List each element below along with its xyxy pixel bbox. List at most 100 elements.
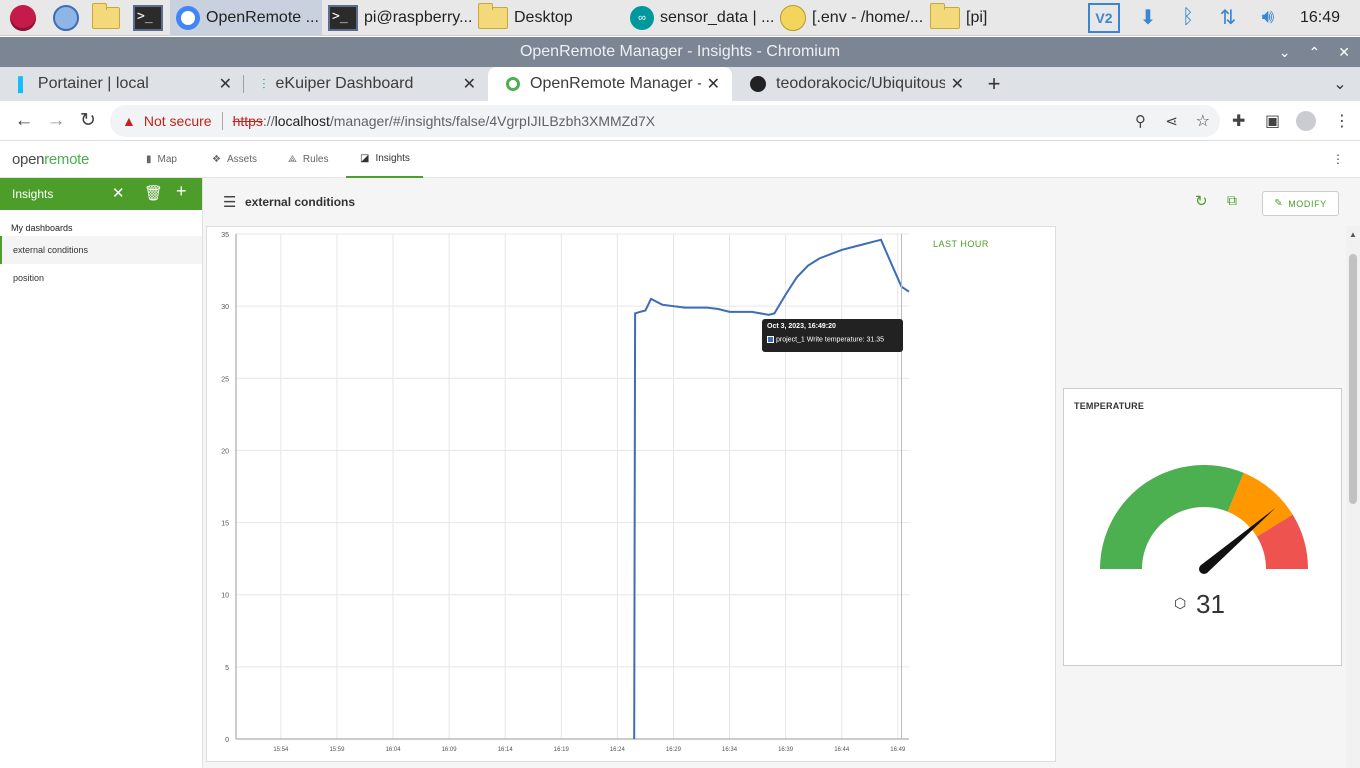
close-icon[interactable]: ✕ [219,74,232,94]
refresh-icon[interactable]: ↻ [1195,192,1208,210]
y-tick-label: 20 [221,448,229,455]
volume-icon[interactable]: 🔊︎ [1256,6,1280,30]
taskbar-item-desktop[interactable]: Desktop [472,0,624,36]
x-tick-label: 16:04 [386,747,402,753]
dashboard-title: external conditions [245,195,356,209]
sidebar-item-position[interactable]: position [0,264,202,292]
taskbar-item-terminal[interactable]: >_ pi@raspberry... [322,0,472,36]
folder-icon [92,2,120,29]
series-line [633,238,910,740]
tab-ekuiper[interactable]: ⫶ eKuiper Dashboard ✕ [244,67,488,101]
sidebar-item-external-conditions[interactable]: external conditions [0,236,202,264]
new-tab-button[interactable]: + [976,67,1012,101]
delete-icon[interactable]: 🗑︎ [144,184,163,202]
ekuiper-icon: ⫶ [262,75,266,92]
tab-portainer[interactable]: ▌ Portainer | local ✕ [0,67,244,101]
raspberry-menu[interactable] [0,0,46,36]
assets-icon: ❖ [212,154,221,165]
network-icon[interactable]: ⇅ [1216,6,1240,30]
taskbar: >_ OpenRemote ... >_ pi@raspberry... Des… [0,0,1360,36]
close-icon[interactable]: ✕ [707,74,720,94]
files-launcher[interactable] [86,0,126,36]
hamburger-icon[interactable]: ☰ [223,193,236,211]
terminal-launcher[interactable]: >_ [126,0,170,36]
terminal-icon: >_ [133,4,163,31]
scrollbar-thumb[interactable] [1349,254,1357,504]
back-icon[interactable]: ← [8,110,40,132]
gauge-needle-hub [1199,564,1209,574]
chevron-down-icon[interactable]: ⌄ [1279,44,1291,61]
taskbar-item-pi-folder[interactable]: [pi] [924,0,1074,36]
y-tick-label: 15 [221,521,229,528]
clock[interactable]: 16:49 [1300,9,1340,27]
x-tick-label: 16:34 [722,747,738,753]
vnc-icon[interactable]: V2 [1087,2,1120,33]
x-tick-label: 15:59 [329,747,345,753]
chart-widget: 0 5 10 15 20 25 30 35 15:54 15:59 16:04 16:09 16:14 1… [206,226,1056,762]
profile-avatar[interactable] [1296,110,1316,131]
x-tick-label: 16:39 [778,747,794,753]
nav-insights[interactable]: ◪ Insights [346,141,423,178]
close-icon[interactable]: ✕ [112,184,125,202]
scrollbar[interactable]: ▲ [1346,226,1360,768]
close-icon[interactable]: ✕ [951,74,964,94]
scroll-up-icon[interactable]: ▲ [1349,230,1357,239]
kebab-menu-icon[interactable]: ⋮ [1334,111,1350,131]
warning-icon[interactable]: ▲ [122,113,136,129]
app-header: openremote ▮ Map ❖ Assets ⟁ Rules ◪ Insights… [0,141,1360,178]
edit-icon: ✎ [1274,198,1284,209]
bookmark-star-icon[interactable]: ☆ [1196,111,1210,131]
bluetooth-icon[interactable]: ᛒ [1176,6,1200,30]
x-tick-label: 16:29 [666,747,682,753]
folder-icon [478,2,508,29]
tab-search-icon[interactable]: ⌄ [1320,67,1360,101]
side-panel-icon[interactable]: ▣ [1265,111,1280,131]
open-external-icon[interactable]: ⧉ [1227,192,1237,209]
raspberry-icon [10,4,36,31]
openremote-icon [506,77,520,91]
period-label[interactable]: LAST HOUR [933,239,989,249]
github-icon [750,76,766,92]
close-icon[interactable]: ✕ [463,74,476,94]
zoom-icon[interactable]: ⚲ [1135,112,1146,130]
x-tick-label: 16:24 [610,747,626,753]
x-tick-label: 16:14 [498,747,514,753]
line-chart[interactable]: 0 5 10 15 20 25 30 35 15:54 15:59 16:04 16:09 16:14 1… [207,227,1057,763]
tab-strip: ▌ Portainer | local ✕ ⫶ eKuiper Dashboar… [0,67,1360,101]
add-icon[interactable]: + [176,181,187,202]
modify-button[interactable]: ✎ MODIFY [1262,191,1339,216]
nav-map[interactable]: ▮ Map [146,141,177,178]
insights-icon: ◪ [360,153,370,164]
nav-assets[interactable]: ❖ Assets [212,141,257,178]
map-icon: ▮ [146,154,152,165]
maximize-icon[interactable]: ⌃ [1309,44,1321,61]
folder-icon [930,2,960,29]
openremote-logo[interactable]: openremote [12,151,89,168]
forward-icon[interactable]: → [40,110,72,132]
close-icon[interactable]: ✕ [1338,44,1350,61]
taskbar-item-arduino[interactable]: ∞ sensor_data | ... [624,0,774,36]
taskbar-item-chromium[interactable]: OpenRemote ... [170,0,322,36]
tab-github[interactable]: teodorakocic/Ubiquitous ✕ [732,67,976,101]
tab-openremote[interactable]: OpenRemote Manager - Insights ✕ [488,67,732,101]
y-tick-label: 10 [221,593,229,600]
arduino-icon: ∞ [630,5,654,30]
url-field[interactable]: ▲ Not secure https://localhost/manager/#… [110,105,1220,137]
share-icon[interactable]: ⋖ [1165,112,1178,130]
y-tick-label: 35 [221,232,229,239]
cube-icon: ⬡ [1174,595,1187,611]
mousepad-icon [780,4,806,31]
download-icon[interactable]: ⬇ [1136,6,1160,30]
x-tick-label: 16:09 [442,747,458,753]
nav-rules[interactable]: ⟁ Rules [288,141,329,178]
reload-icon[interactable]: ↻ [72,109,104,132]
app-menu-icon[interactable]: ⋮ [1332,152,1344,166]
y-tick-label: 25 [221,376,229,383]
dashboard-main: ☰ external conditions ↻ ⧉ ✎ MODIFY 0 5 10 15… [203,178,1360,768]
extensions-icon[interactable]: ✚ [1232,111,1245,131]
series-swatch [767,336,774,343]
browser-launcher[interactable] [46,0,86,36]
dashboard-sidebar: Insights ✕ 🗑︎ + My dashboards external c… [0,178,203,768]
taskbar-item-editor[interactable]: [.env - /home/... [774,0,924,36]
x-tick-label: 15:54 [273,747,289,753]
